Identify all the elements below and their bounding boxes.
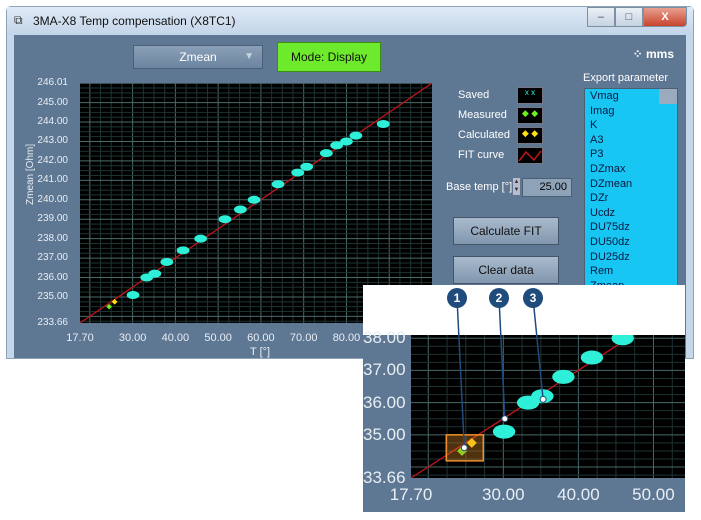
list-item[interactable]: K [585, 118, 677, 133]
saved-point [552, 369, 575, 384]
y-axis-label: Zmean [Ohm] [25, 143, 36, 205]
list-item[interactable]: DZr [585, 191, 677, 206]
list-item[interactable]: DZmean [585, 177, 677, 192]
y-tick-label: 235.00 [37, 290, 68, 302]
saved-point [271, 180, 285, 189]
saved-point [580, 350, 604, 365]
legend-measured-label: Measured [458, 109, 507, 121]
x-tick-label: 80.00 [332, 332, 361, 344]
inset-x-tick-label: 17.70 [389, 485, 433, 504]
base-temp-input[interactable]: 25.00 [522, 178, 572, 197]
callout-2: 2 [489, 288, 509, 308]
list-item[interactable]: DU75dz [585, 220, 677, 235]
y-tick-label: 233.66 [37, 317, 68, 328]
inset-x-tick-label: 40.00 [557, 485, 600, 504]
clear-data-button[interactable]: Clear data [453, 256, 559, 284]
saved-point [611, 335, 634, 346]
inset-y-tick-label: 38.00 [363, 328, 406, 348]
saved-point [376, 120, 390, 129]
list-scrollbar[interactable] [659, 89, 677, 104]
calculate-fit-button[interactable]: Calculate FIT [453, 217, 559, 245]
x-tick-label: 40.00 [161, 332, 190, 344]
export-parameter-label: Export parameter [583, 72, 668, 84]
list-item[interactable]: Rem [585, 264, 677, 279]
x-tick-label: 30.00 [118, 332, 147, 344]
base-temp-spinner[interactable]: ▲ ▼ [513, 178, 520, 195]
list-item[interactable]: DU50dz [585, 235, 677, 250]
saved-point [349, 131, 363, 140]
export-parameter-list[interactable]: Vmag Imag K A3 P3 DZmax DZmean DZr Ucdz … [584, 88, 678, 295]
saved-point [247, 195, 261, 204]
y-tick-label: 238.00 [37, 232, 68, 244]
list-item[interactable]: DU25dz [585, 250, 677, 265]
zoom-inset: 38.00 37.00 36.00 35.00 33.66 17.70 30.00 40.00… [363, 285, 685, 512]
x-tick-label: 70.00 [289, 332, 318, 344]
base-temp-label: Base temp [°] [446, 181, 513, 193]
saved-point [654, 299, 676, 313]
inset-x-tick-label: 30.00 [482, 485, 525, 504]
inset-y-tick-label: 36.00 [363, 392, 406, 412]
legend-fit-swatch[interactable] [517, 147, 543, 164]
callout-anchor [501, 415, 509, 423]
list-item[interactable]: Ucdz [585, 206, 677, 221]
inset-y-tick-label: 37.00 [363, 360, 406, 380]
saved-point [218, 215, 232, 224]
chart-svg [411, 285, 685, 478]
saved-point [194, 234, 208, 243]
legend-measured-swatch[interactable]: ◆ ◆ [517, 107, 543, 124]
saved-point [148, 269, 162, 278]
saved-point [176, 246, 190, 255]
y-tick-label: 246.01 [37, 77, 68, 88]
list-item[interactable]: DZmax [585, 162, 677, 177]
callout-1: 1 [447, 288, 467, 308]
legend-saved-swatch[interactable]: x x [517, 87, 543, 104]
list-item[interactable]: A3 [585, 133, 677, 148]
x-tick-label: 60.00 [247, 332, 275, 344]
saved-point [233, 205, 247, 214]
legend-calculated-label: Calculated [458, 129, 510, 141]
x-tick-label: 17.70 [66, 332, 94, 344]
saved-point [681, 285, 685, 297]
saved-point [340, 137, 353, 146]
x-axis-label: T [°] [250, 346, 271, 358]
saved-point [300, 162, 314, 171]
inset-chart: 38.00 37.00 36.00 35.00 33.66 17.70 30.00 40.00… [363, 285, 685, 512]
callout-3: 3 [523, 288, 543, 308]
saved-point [319, 149, 333, 158]
y-tick-label: 244.00 [37, 116, 68, 128]
y-tick-label: 239.00 [37, 213, 68, 225]
inset-y-tick-label: 35.00 [363, 424, 406, 444]
saved-point [492, 424, 516, 439]
callout-anchor [539, 395, 547, 403]
y-tick-label: 236.00 [37, 271, 68, 283]
x-tick-label: 50.00 [204, 332, 232, 344]
inset-x-tick-label: 50.00 [632, 485, 675, 504]
saved-point [160, 257, 174, 266]
list-item[interactable]: Imag [585, 104, 677, 119]
list-item[interactable]: P3 [585, 147, 677, 162]
callout-anchor [460, 444, 468, 452]
legend-saved-label: Saved [458, 89, 490, 101]
y-tick-label: 245.00 [37, 96, 68, 108]
legend-fit-label: FIT curve [458, 149, 505, 161]
y-tick-label: 237.00 [37, 252, 68, 264]
saved-point [126, 291, 140, 300]
legend-calculated-swatch[interactable]: ◆ ◆ [517, 127, 543, 144]
saved-point [291, 168, 305, 177]
